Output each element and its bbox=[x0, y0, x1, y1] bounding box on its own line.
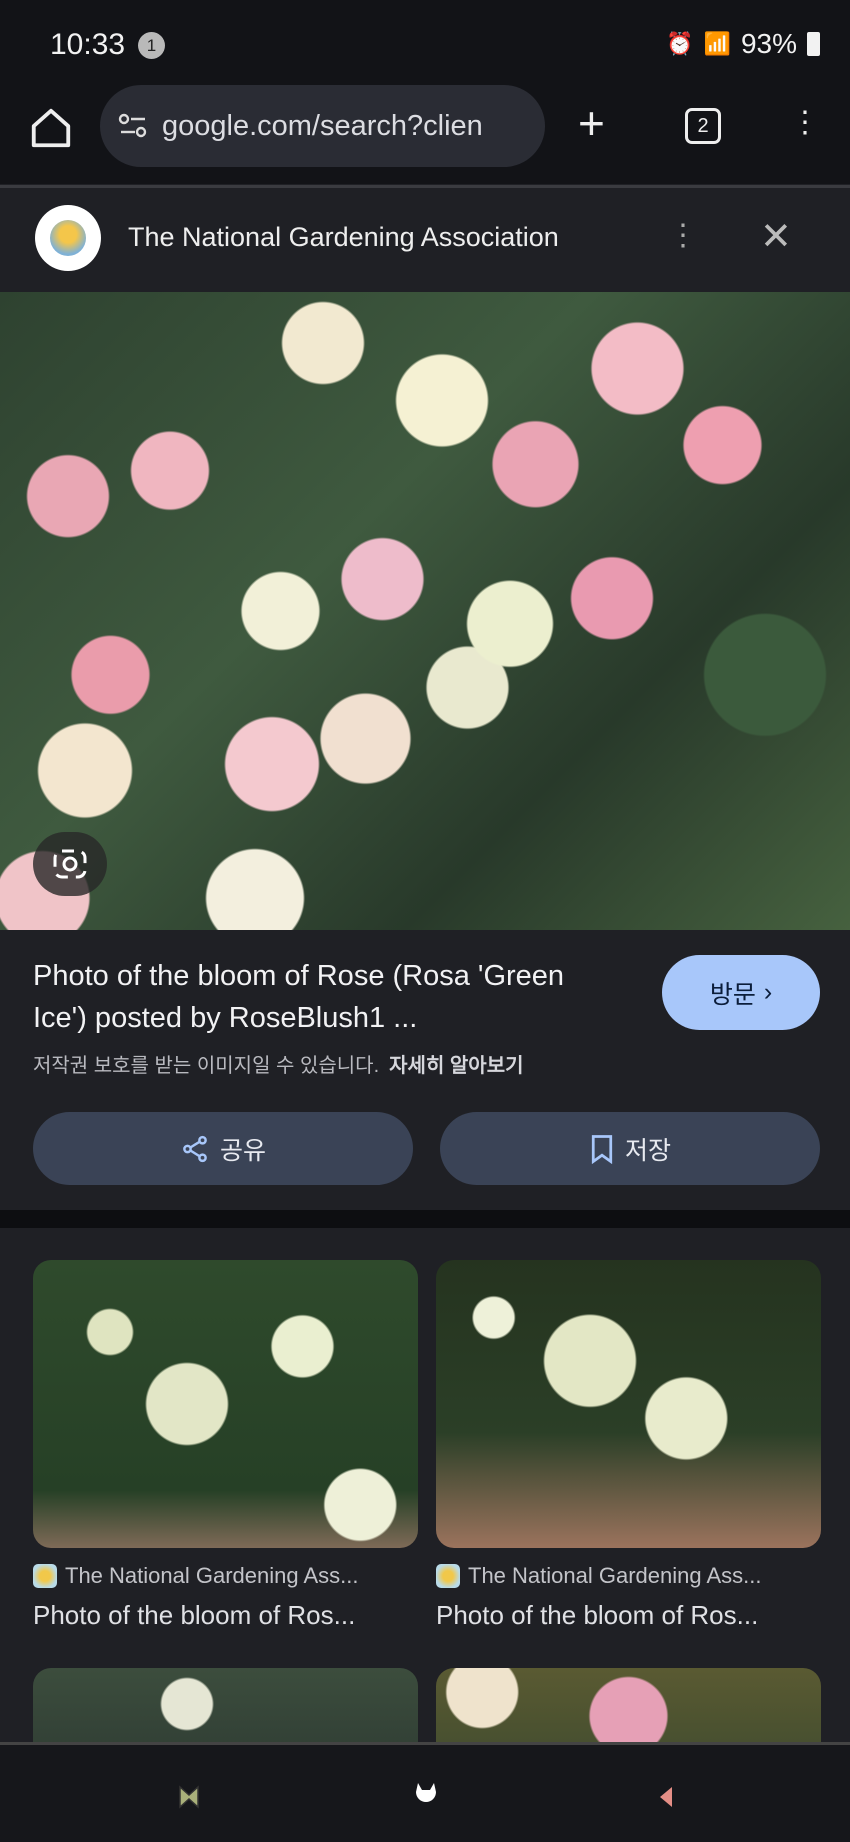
save-label: 저장 bbox=[624, 1136, 671, 1165]
learn-more-link[interactable]: 자세히 알아보기 bbox=[389, 1055, 523, 1077]
related-title[interactable]: Photo of the bloom of Ros... bbox=[33, 1600, 355, 1631]
home-button-icon[interactable] bbox=[413, 1781, 439, 1811]
alarm-icon: ⏰ bbox=[666, 31, 694, 56]
main-image[interactable] bbox=[0, 292, 850, 930]
battery-icon bbox=[807, 32, 820, 56]
source-name: The National Gardening Ass... bbox=[65, 1563, 359, 1588]
site-settings-icon[interactable] bbox=[118, 113, 148, 139]
chevron-right-icon: › bbox=[763, 978, 773, 1006]
share-button[interactable]: 공유 bbox=[33, 1112, 413, 1185]
copyright-notice: 저작권 보호를 받는 이미지일 수 있습니다. 자세히 알아보기 bbox=[33, 1049, 524, 1078]
bookmark-icon bbox=[591, 1134, 613, 1164]
related-source[interactable]: The National Gardening Ass... bbox=[436, 1563, 762, 1589]
new-tab-button[interactable]: + bbox=[578, 100, 605, 146]
visit-button[interactable]: 방문 › bbox=[662, 955, 820, 1030]
wifi-icon: 📶 bbox=[703, 31, 731, 56]
related-image-thumbnail[interactable] bbox=[436, 1260, 821, 1548]
save-button[interactable]: 저장 bbox=[440, 1112, 820, 1185]
related-source[interactable]: The National Gardening Ass... bbox=[33, 1563, 359, 1589]
share-label: 공유 bbox=[219, 1136, 266, 1165]
related-image-thumbnail[interactable] bbox=[33, 1260, 418, 1548]
share-icon bbox=[183, 1135, 207, 1162]
image-title[interactable]: Photo of the bloom of Rose (Rosa 'Green … bbox=[33, 955, 593, 1039]
lens-search-button[interactable] bbox=[33, 832, 107, 896]
status-icons: ⏰ 📶 93% bbox=[666, 28, 820, 60]
favicon bbox=[436, 1564, 460, 1588]
site-name[interactable]: The National Gardening Association bbox=[128, 222, 559, 253]
more-options-icon[interactable]: ⋮ bbox=[790, 105, 820, 140]
address-bar[interactable]: google.com/search?clien bbox=[100, 85, 545, 167]
close-icon[interactable]: ✕ bbox=[760, 214, 792, 259]
clock: 10:33 bbox=[50, 28, 126, 61]
tab-switcher-button[interactable]: 2 bbox=[685, 108, 721, 144]
related-title[interactable]: Photo of the bloom of Ros... bbox=[436, 1600, 758, 1631]
navigation-bar bbox=[0, 1742, 850, 1842]
lens-icon bbox=[53, 849, 87, 879]
back-icon[interactable] bbox=[658, 1785, 674, 1809]
copyright-text: 저작권 보호를 받는 이미지일 수 있습니다. bbox=[33, 1055, 380, 1077]
visit-label: 방문 bbox=[709, 980, 756, 1009]
url-text: google.com/search?clien bbox=[162, 109, 483, 142]
favicon bbox=[33, 1564, 57, 1588]
divider bbox=[0, 1210, 850, 1228]
recent-apps-icon[interactable] bbox=[178, 1785, 200, 1809]
site-logo bbox=[35, 205, 101, 271]
notification-badge: 1 bbox=[138, 32, 165, 59]
battery-text: 93% bbox=[740, 28, 797, 59]
more-options-icon[interactable]: ⋮ bbox=[668, 218, 698, 253]
home-icon[interactable] bbox=[28, 105, 74, 151]
source-name: The National Gardening Ass... bbox=[468, 1563, 762, 1588]
